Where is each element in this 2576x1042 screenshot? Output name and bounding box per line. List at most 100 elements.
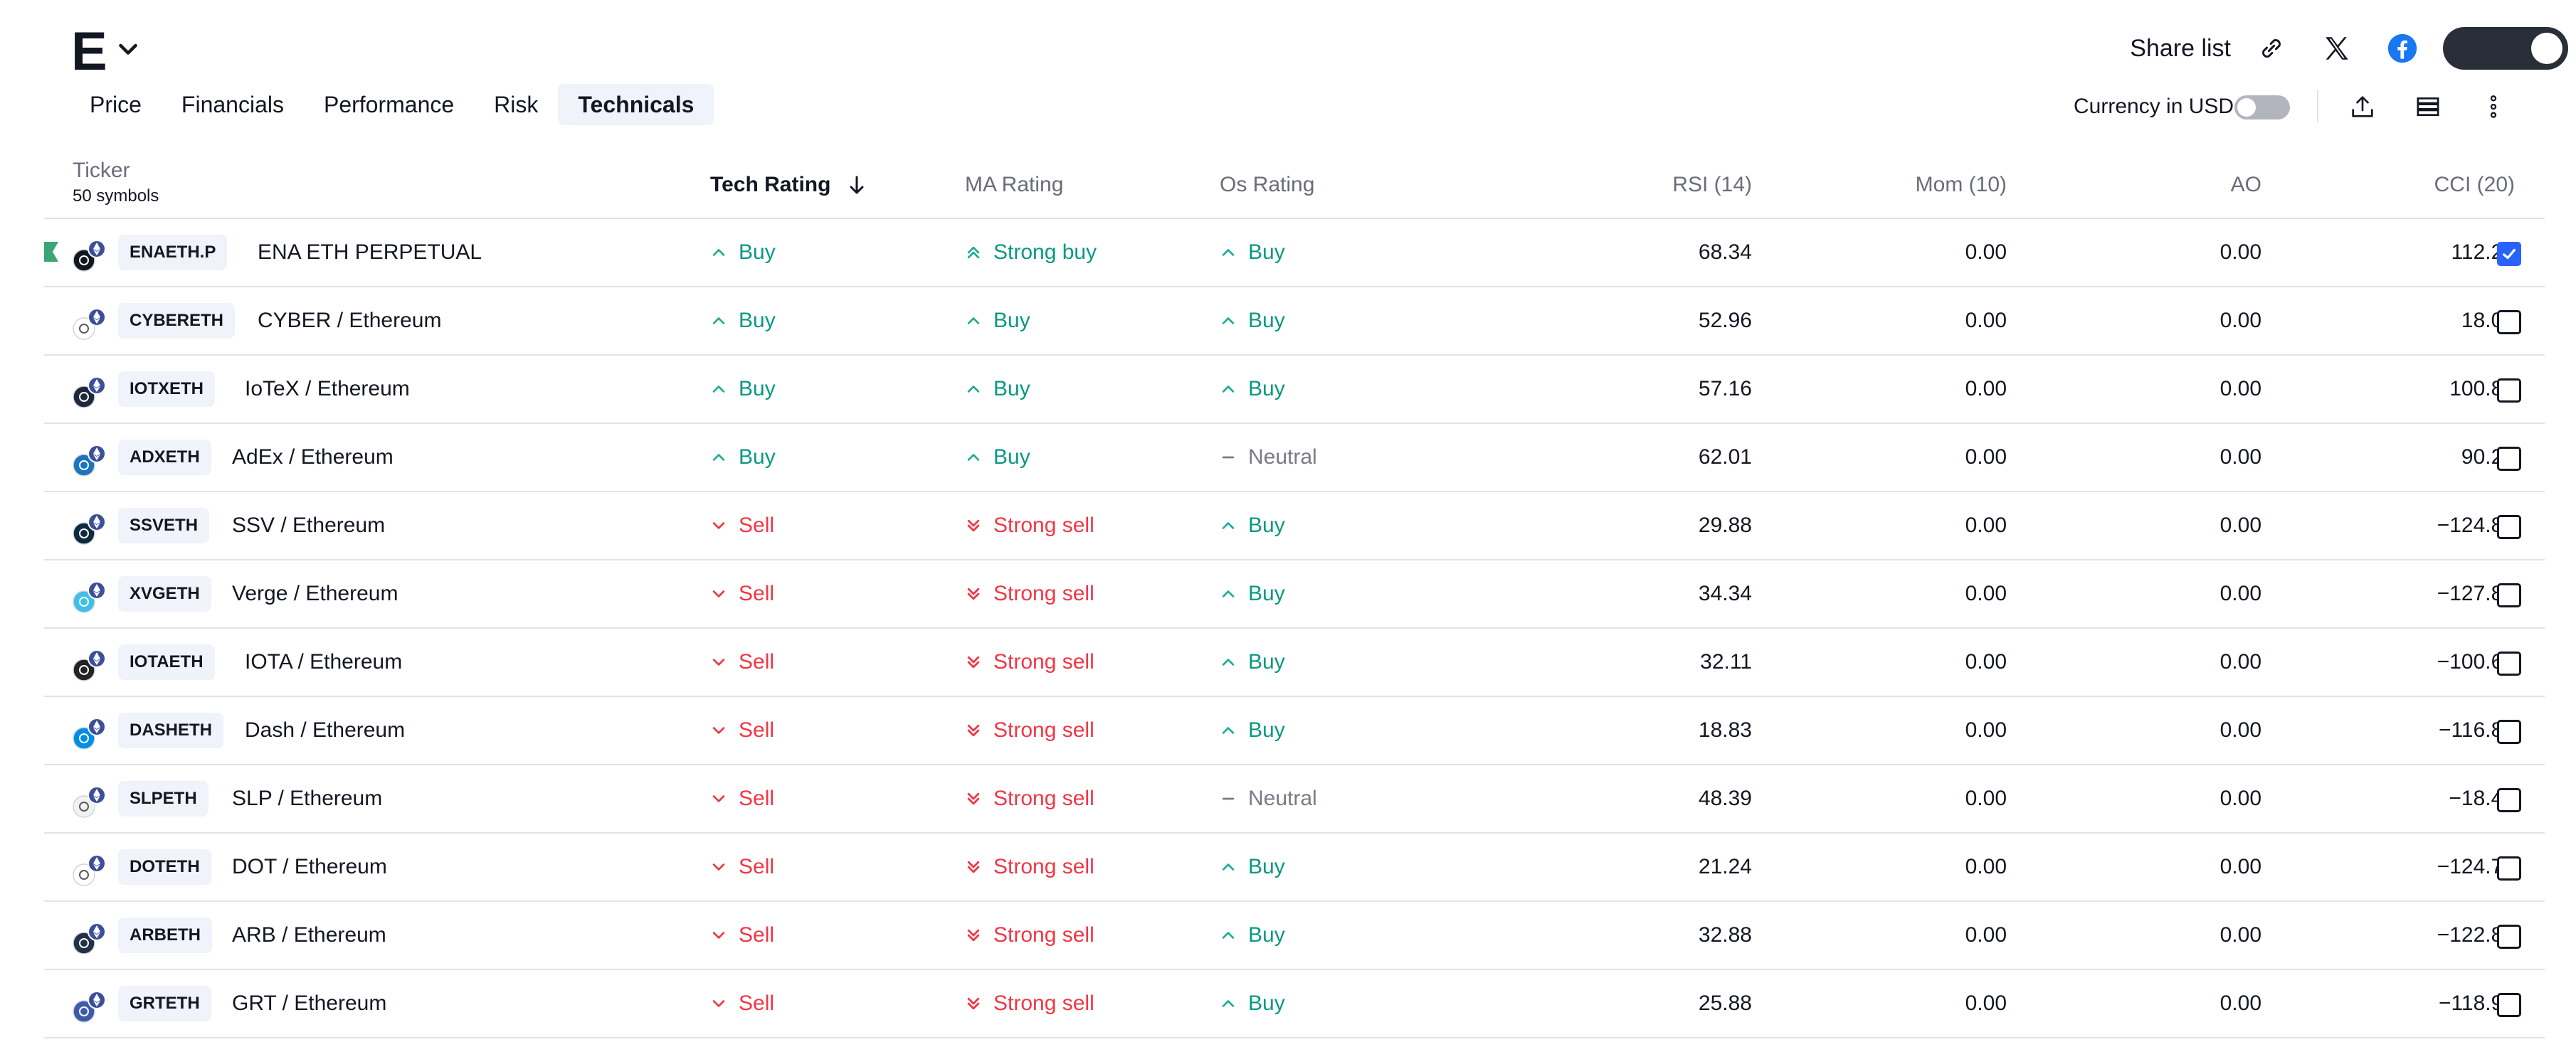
tab-price[interactable]: Price bbox=[70, 84, 162, 125]
x-icon[interactable] bbox=[2316, 27, 2358, 70]
table-row[interactable]: ADXETH AdEx / Ethereum Buy Buy Neutral 62.01 0… bbox=[44, 424, 2545, 492]
sell-arrow-icon bbox=[712, 659, 725, 666]
symbol-description: Verge / Ethereum bbox=[232, 582, 398, 605]
export-icon[interactable] bbox=[2344, 88, 2381, 125]
tab-financials[interactable]: Financials bbox=[162, 84, 304, 125]
row-checkbox[interactable] bbox=[2497, 310, 2521, 334]
buy-arrow-icon bbox=[1222, 317, 1235, 324]
symbol-description: AdEx / Ethereum bbox=[232, 445, 394, 469]
row-checkbox[interactable] bbox=[2497, 720, 2521, 744]
ticker-badge[interactable]: SLPETH bbox=[118, 781, 208, 817]
table-row[interactable]: GRTETH GRT / Ethereum Sell Strong sell Buy 25… bbox=[44, 970, 2545, 1038]
row-checkbox[interactable] bbox=[2497, 242, 2521, 266]
facebook-icon[interactable] bbox=[2381, 27, 2424, 70]
os-rating-value: Buy bbox=[1248, 377, 1285, 400]
strong-sell-arrow-icon bbox=[967, 519, 980, 532]
rsi-cell: 21.24 bbox=[1698, 855, 1752, 878]
column-header-mom[interactable]: Mom (10) bbox=[1916, 171, 2007, 199]
column-header-cci[interactable]: CCI (20) bbox=[2434, 171, 2515, 199]
tech-rating-cell: Sell bbox=[710, 716, 774, 745]
symbol-logo-icon bbox=[73, 718, 106, 750]
row-checkbox[interactable] bbox=[2497, 856, 2521, 881]
sell-arrow-icon bbox=[712, 590, 725, 597]
ma-rating-value: Buy bbox=[993, 377, 1030, 400]
share-list-button[interactable]: Share list bbox=[2130, 31, 2231, 65]
ticker-badge[interactable]: XVGETH bbox=[118, 576, 211, 612]
os-rating-value: Buy bbox=[1248, 309, 1285, 332]
ticker-badge[interactable]: IOTXETH bbox=[118, 371, 216, 407]
column-header-ao[interactable]: AO bbox=[2231, 171, 2261, 199]
row-checkbox[interactable] bbox=[2497, 583, 2521, 607]
column-header-tech-rating[interactable]: Tech Rating bbox=[710, 171, 865, 199]
row-checkbox[interactable] bbox=[2497, 515, 2521, 539]
ao-cell: 0.00 bbox=[2219, 514, 2261, 537]
screener-table: Ticker 50 symbols Tech Rating MA Rating … bbox=[44, 148, 2545, 1038]
table-row[interactable]: SLPETH SLP / Ethereum Sell Strong sell Neutr… bbox=[44, 765, 2545, 834]
table-row[interactable]: IOTAETH IOTA / Ethereum Sell Strong sell Buy… bbox=[44, 629, 2545, 697]
link-icon[interactable] bbox=[2250, 27, 2293, 70]
column-header-os-rating[interactable]: Os Rating bbox=[1220, 171, 1314, 199]
column-header-rsi[interactable]: RSI (14) bbox=[1672, 171, 1752, 199]
watchlist-name[interactable]: E bbox=[71, 20, 107, 84]
row-checkbox[interactable] bbox=[2497, 925, 2521, 949]
table-row[interactable]: DOTETH DOT / Ethereum Sell Strong sell Buy 21… bbox=[44, 834, 2545, 902]
tech-rating-value: Buy bbox=[739, 445, 776, 469]
tab-risk[interactable]: Risk bbox=[474, 84, 558, 125]
column-header-ticker[interactable]: Ticker bbox=[73, 156, 130, 185]
ma-rating-value: Strong sell bbox=[993, 992, 1094, 1015]
ma-rating-cell: Buy bbox=[965, 442, 1030, 472]
ma-rating-cell: Strong sell bbox=[965, 989, 1094, 1019]
tech-rating-value: Buy bbox=[739, 377, 776, 400]
symbol-logo-icon bbox=[73, 581, 106, 613]
currency-toggle[interactable] bbox=[2234, 95, 2290, 119]
more-icon[interactable] bbox=[2475, 88, 2512, 125]
symbol-description: IoTeX / Ethereum bbox=[245, 377, 410, 400]
mom-cell: 0.00 bbox=[1965, 445, 2007, 469]
table-row[interactable]: ARBETH ARB / Ethereum Sell Strong sell Buy 32… bbox=[44, 902, 2545, 970]
ao-cell: 0.00 bbox=[2219, 582, 2261, 605]
column-header-ma-rating[interactable]: MA Rating bbox=[965, 171, 1063, 199]
buy-arrow-icon bbox=[967, 386, 980, 393]
toolbar-divider bbox=[2317, 90, 2318, 122]
mom-cell: 0.00 bbox=[1965, 992, 2007, 1015]
ticker-badge[interactable]: DASHETH bbox=[118, 713, 224, 748]
row-checkbox[interactable] bbox=[2497, 788, 2521, 812]
os-rating-cell: Buy bbox=[1220, 920, 1285, 950]
symbol-description: Dash / Ethereum bbox=[245, 718, 406, 742]
table-row[interactable]: DASHETH Dash / Ethereum Sell Strong sell Buy… bbox=[44, 697, 2545, 765]
ticker-badge[interactable]: ADXETH bbox=[118, 440, 211, 475]
flag-icon[interactable] bbox=[44, 242, 58, 262]
row-checkbox[interactable] bbox=[2497, 652, 2521, 676]
table-row[interactable]: IOTXETH IoTeX / Ethereum Buy Buy Buy 57.16 0.0… bbox=[44, 356, 2545, 424]
os-rating-cell: Buy bbox=[1220, 374, 1285, 404]
ticker-badge[interactable]: CYBERETH bbox=[118, 303, 236, 339]
row-checkbox[interactable] bbox=[2497, 993, 2521, 1017]
strong-sell-arrow-icon bbox=[967, 929, 980, 942]
ticker-badge[interactable]: ARBETH bbox=[118, 918, 212, 953]
ma-rating-cell: Strong sell bbox=[965, 784, 1094, 814]
tech-rating-cell: Sell bbox=[710, 989, 774, 1019]
table-row[interactable]: SSVETH SSV / Ethereum Sell Strong sell Buy 29… bbox=[44, 492, 2545, 560]
rsi-cell: 57.16 bbox=[1698, 377, 1752, 400]
os-rating-cell: Buy bbox=[1220, 716, 1285, 745]
ticker-badge[interactable]: ENAETH.P bbox=[118, 235, 228, 270]
table-row[interactable]: XVGETH Verge / Ethereum Sell Strong sell Buy… bbox=[44, 560, 2545, 629]
table-row[interactable]: ENAETH.P ENA ETH PERPETUAL Buy Strong buy Bu… bbox=[44, 219, 2545, 287]
neutral-dash-icon bbox=[1222, 456, 1235, 459]
os-rating-value: Buy bbox=[1248, 240, 1285, 264]
row-checkbox[interactable] bbox=[2497, 378, 2521, 403]
tab-technicals[interactable]: Technicals bbox=[558, 84, 714, 125]
table-row[interactable]: CYBERETH CYBER / Ethereum Buy Buy Buy 52.96 0.… bbox=[44, 287, 2545, 356]
tech-rating-value: Sell bbox=[739, 650, 775, 674]
ticker-badge[interactable]: IOTAETH bbox=[118, 644, 215, 680]
tech-rating-cell: Sell bbox=[710, 784, 774, 814]
ticker-badge[interactable]: GRTETH bbox=[118, 986, 211, 1021]
chevron-down-icon[interactable] bbox=[115, 37, 141, 63]
row-checkbox[interactable] bbox=[2497, 447, 2521, 471]
tab-performance[interactable]: Performance bbox=[304, 84, 474, 125]
ticker-badge[interactable]: SSVETH bbox=[118, 508, 210, 543]
ticker-badge[interactable]: DOTETH bbox=[118, 849, 211, 885]
dark-mode-toggle[interactable] bbox=[2443, 27, 2568, 70]
buy-arrow-icon bbox=[712, 249, 725, 256]
row-density-icon[interactable] bbox=[2409, 88, 2446, 125]
